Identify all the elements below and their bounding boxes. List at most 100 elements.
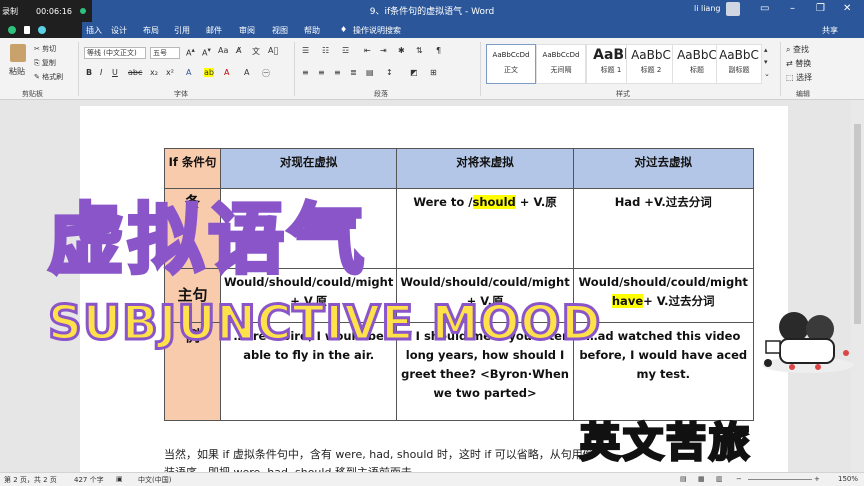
group-divider [294, 42, 295, 96]
grow-font-icon[interactable]: A▴ [186, 46, 195, 58]
styles-more-icon[interactable]: ⌄ [764, 70, 770, 78]
format-painter-button[interactable]: ✎ 格式刷 [34, 72, 63, 82]
style-name: 无间隔 [550, 66, 572, 74]
strikethrough-icon[interactable]: abc [128, 68, 142, 77]
paste-button[interactable]: 粘贴 [9, 66, 25, 77]
font-name-select[interactable]: 等线 (中文正文) [84, 47, 146, 59]
underline-icon[interactable]: U [112, 68, 118, 77]
read-mode-icon[interactable]: ▤ [680, 475, 687, 483]
avatar[interactable] [726, 2, 740, 16]
style-heading-2[interactable]: AaBbC 标题 2 [626, 44, 676, 84]
italic-icon[interactable]: I [100, 68, 102, 77]
chinese-layout-icon[interactable]: ✱ [398, 46, 405, 55]
proofing-icon[interactable]: ▣ [116, 475, 123, 483]
scrollbar-thumb[interactable] [854, 124, 861, 324]
table-cell[interactable]: Had +V.过去分词 [572, 188, 754, 269]
body-paragraph-line[interactable]: 当然，如果 if 虚拟条件句中，含有 were, had, should 时，这… [164, 446, 594, 462]
restore-button[interactable]: ❐ [816, 3, 825, 14]
distributed-icon[interactable]: ▤ [366, 68, 374, 77]
justify-icon[interactable]: ≣ [350, 68, 357, 77]
web-layout-icon[interactable]: ▥ [716, 475, 723, 483]
style-name: 标题 [690, 66, 704, 74]
tab-review[interactable]: 审阅 [239, 25, 255, 36]
tell-me-search[interactable]: 操作说明搜索 [353, 25, 401, 36]
numbering-icon[interactable]: ☷ [322, 46, 329, 55]
pause-icon[interactable] [24, 26, 30, 34]
line-spacing-icon[interactable]: ↕ [386, 68, 393, 77]
ribbon-tabs: 插入 设计 布局 引用 邮件 审阅 视图 帮助 ♦ 操作说明搜索 共享 [0, 22, 864, 38]
paste-icon[interactable] [10, 44, 26, 62]
overlay-title-en: SUBJUNCTIVE MOOD [46, 295, 602, 353]
close-button[interactable]: ✕ [843, 3, 851, 14]
clear-format-icon[interactable]: A̸ [236, 46, 241, 55]
find-button[interactable]: ⌕ 查找 [786, 44, 809, 55]
font-color-icon[interactable]: A [224, 68, 229, 77]
sort-icon[interactable]: ⇅ [416, 46, 423, 55]
tab-mailings[interactable]: 邮件 [206, 25, 222, 36]
decrease-indent-icon[interactable]: ⇤ [364, 46, 371, 55]
shading-icon[interactable]: ◩ [410, 68, 418, 77]
highlight-icon[interactable]: ab [204, 68, 214, 77]
word-count[interactable]: 427 个字 [74, 475, 104, 485]
font-size-select[interactable]: 五号 [150, 47, 180, 59]
subscript-icon[interactable]: x₂ [150, 68, 158, 77]
table-cell[interactable]: 对过去虚拟 [572, 148, 754, 189]
copy-button[interactable]: ⎘ 复制 [34, 58, 56, 68]
zoom-in-icon[interactable]: + [814, 475, 820, 483]
change-case-icon[interactable]: Aa [218, 46, 228, 55]
print-layout-icon[interactable]: ▦ [698, 475, 705, 483]
phonetic-guide-icon[interactable]: 文 [252, 46, 260, 57]
borders-icon[interactable]: ⊞ [430, 68, 437, 77]
increase-indent-icon[interactable]: ⇥ [380, 46, 387, 55]
overlay-watermark: 英文苦旅 [579, 419, 752, 468]
select-button[interactable]: ⬚ 选择 [786, 72, 812, 83]
vertical-scrollbar[interactable] [851, 100, 864, 472]
language-indicator[interactable]: 中文(中国) [138, 475, 171, 485]
tab-references[interactable]: 引用 [174, 25, 190, 36]
tab-layout[interactable]: 布局 [143, 25, 159, 36]
char-shading-icon[interactable]: A [244, 68, 249, 77]
style-no-spacing[interactable]: AaBbCcDd 无间隔 [536, 44, 586, 84]
text-effects-icon[interactable]: A [186, 68, 191, 77]
record-icon[interactable] [8, 26, 16, 34]
tab-help[interactable]: 帮助 [304, 25, 320, 36]
enclose-char-icon[interactable]: ㊀ [262, 68, 270, 79]
styles-scroll-up-icon[interactable]: ▴ [764, 46, 768, 54]
zoom-out-icon[interactable]: − [736, 475, 742, 483]
style-subtitle[interactable]: AaBbC 副标题 [716, 44, 762, 84]
bullets-icon[interactable]: ☰ [302, 46, 309, 55]
select-label: 选择 [796, 73, 813, 82]
replace-button[interactable]: ⇄ 替换 [786, 58, 811, 69]
align-left-icon[interactable]: ≡ [302, 68, 309, 77]
group-divider [480, 42, 481, 96]
cut-button[interactable]: ✂ 剪切 [34, 44, 56, 54]
shrink-font-icon[interactable]: A▾ [202, 46, 211, 58]
show-marks-icon[interactable]: ¶ [436, 46, 441, 55]
tab-insert[interactable]: 插入 [86, 25, 102, 36]
minimize-button[interactable]: – [790, 3, 795, 14]
table-cell[interactable]: Were to /should + V.原 [396, 188, 574, 269]
table-cell[interactable]: 对将来虚拟 [396, 148, 574, 189]
align-right-icon[interactable]: ≡ [334, 68, 341, 77]
ribbon-display-icon[interactable]: ▭ [760, 3, 769, 14]
share-button[interactable]: 共享 [822, 25, 838, 36]
style-title[interactable]: AaBbC 标题 [672, 44, 722, 84]
format-painter-label: 格式刷 [42, 73, 64, 81]
style-normal[interactable]: AaBbCcDd 正文 [486, 44, 536, 84]
user-name[interactable]: li liang [694, 4, 720, 13]
multilevel-list-icon[interactable]: ☲ [342, 46, 349, 55]
tab-design[interactable]: 设计 [111, 25, 127, 36]
tab-view[interactable]: 视图 [272, 25, 288, 36]
lightbulb-icon: ♦ [340, 25, 348, 34]
superscript-icon[interactable]: x² [166, 68, 174, 77]
zoom-slider[interactable] [748, 479, 812, 480]
char-border-icon[interactable]: A⃞ [268, 46, 278, 55]
page-indicator[interactable]: 第 2 页，共 2 页 [4, 475, 57, 485]
styles-scroll-down-icon[interactable]: ▾ [764, 58, 768, 66]
bold-icon[interactable]: B [86, 68, 92, 77]
mic-icon[interactable] [38, 26, 46, 34]
zoom-level[interactable]: 150% [838, 475, 858, 483]
cell-text: Would/should/could/might [578, 275, 748, 289]
styles-group-label: 样式 [616, 90, 630, 98]
align-center-icon[interactable]: ≡ [318, 68, 325, 77]
